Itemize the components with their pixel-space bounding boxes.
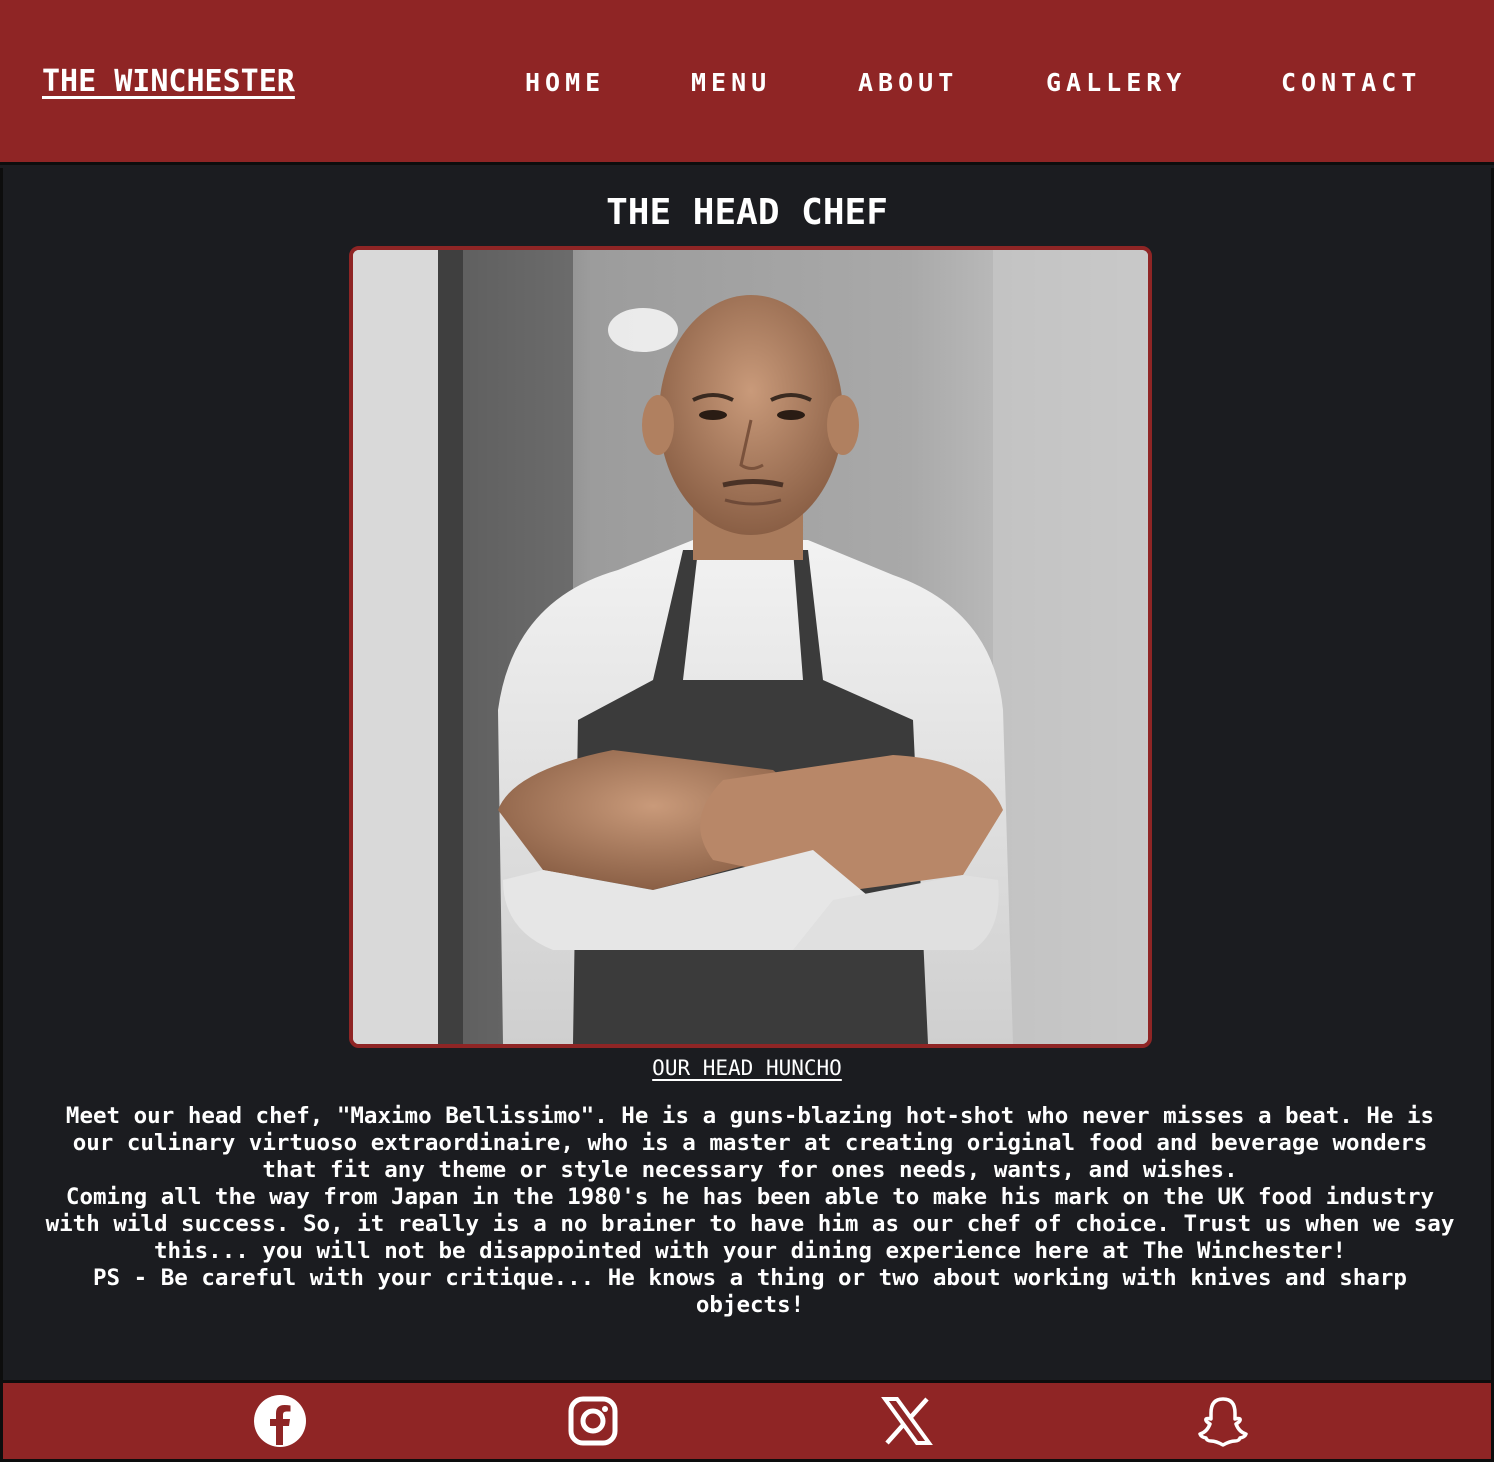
nav-contact-link[interactable]: CONTACT	[1281, 68, 1421, 97]
nav-about-link[interactable]: ABOUT	[858, 68, 958, 97]
main-content: THE HEAD CHEF OUR HEAD HUNCHO Meet our h…	[0, 168, 1494, 1380]
bio-paragraph: Coming all the way from Japan in the 198…	[45, 1184, 1455, 1264]
page-title: THE HEAD CHEF	[606, 192, 888, 233]
instagram-icon[interactable]	[565, 1393, 621, 1449]
photo-caption: OUR HEAD HUNCHO	[652, 1056, 842, 1080]
site-footer	[0, 1380, 1494, 1462]
snapchat-icon[interactable]	[1195, 1393, 1251, 1449]
bio-paragraph: PS - Be careful with your critique... He…	[93, 1265, 1407, 1318]
nav-gallery-link[interactable]: GALLERY	[1046, 68, 1186, 97]
bio-paragraph: Meet our head chef, "Maximo Bellissimo".…	[65, 1103, 1435, 1183]
chef-bio: Meet our head chef, "Maximo Bellissimo".…	[43, 1103, 1457, 1319]
chef-portrait-image	[353, 250, 1148, 1044]
facebook-icon[interactable]	[252, 1393, 308, 1449]
head-chef-photo	[349, 246, 1152, 1048]
nav-home-link[interactable]: HOME	[525, 68, 605, 97]
x-icon[interactable]	[879, 1393, 935, 1449]
main-nav: HOME MENU ABOUT GALLERY CONTACT	[0, 68, 1494, 102]
nav-menu-link[interactable]: MENU	[691, 68, 771, 97]
site-header: THE WINCHESTER HOME MENU ABOUT GALLERY C…	[0, 0, 1494, 165]
